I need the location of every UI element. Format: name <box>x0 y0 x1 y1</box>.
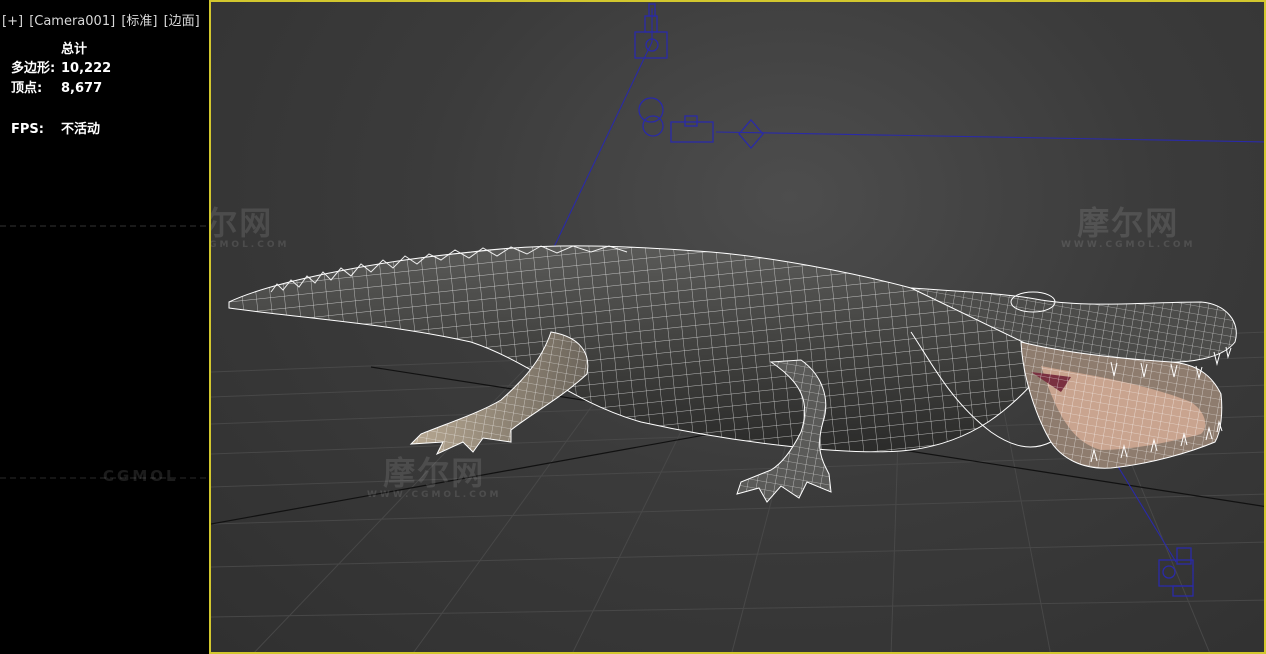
watermark-brand-left: CGMOL <box>103 467 179 485</box>
stats-viewport[interactable]: [+] [Camera001] [标准] [边面] 总计 多边形: 10,222 … <box>0 0 209 654</box>
perspective-viewport[interactable]: 摩尔网 WWW.CGMOL.COM 摩尔网 WWW.CGMOL.COM 摩尔网 … <box>209 0 1266 654</box>
left-grid-lines <box>0 225 209 479</box>
watermark-right: 摩尔网 WWW.CGMOL.COM <box>1061 204 1196 250</box>
camera-icon[interactable] <box>634 3 668 59</box>
viewport-scene <box>211 3 1264 652</box>
camera-icon[interactable] <box>638 97 714 143</box>
camera-target-icon[interactable] <box>738 119 764 149</box>
watermark-left: 摩尔网 WWW.CGMOL.COM <box>209 204 290 250</box>
watermark-center: 摩尔网 WWW.CGMOL.COM <box>367 454 502 500</box>
